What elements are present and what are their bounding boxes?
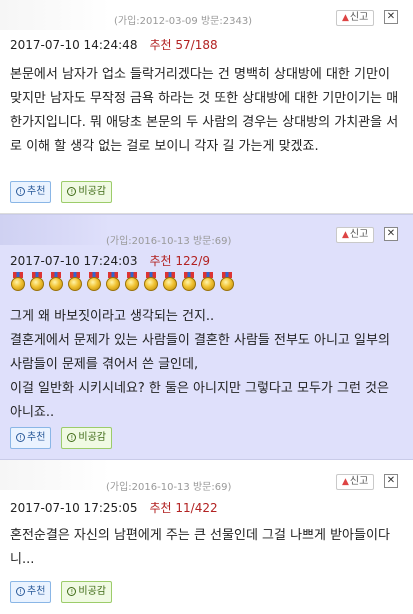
recommend-value: 57/188 <box>175 38 218 52</box>
recommend-button[interactable]: ! 추천 <box>10 181 52 203</box>
thumbs-up-icon: ! <box>16 187 25 196</box>
disagree-button[interactable]: ! 비공감 <box>61 581 113 603</box>
comment-text: 혼전순결은 자신의 남편에게 주는 큰 선물인데 그걸 나쁘게 받아들이다니..… <box>10 528 390 567</box>
member-join-info: (가입:2016-10-13 방문:69) <box>106 482 232 493</box>
medal-icon <box>105 272 121 292</box>
medal-icon <box>200 272 216 292</box>
comment-meta: 2017-07-10 17:25:05 추천 11/422 <box>10 499 218 516</box>
disagree-button-label: 비공감 <box>78 432 107 443</box>
recommend-button[interactable]: ! 추천 <box>10 427 52 449</box>
recommend-button-label: 추천 <box>27 586 46 597</box>
report-button[interactable]: ▲신고 <box>336 10 375 26</box>
comment-meta: 2017-07-10 14:24:48 추천 57/188 <box>10 36 218 53</box>
comment-text: 본문에서 남자가 업소 들락거리겠다는 건 명백히 상대방에 대한 기만이 맞지… <box>10 67 399 154</box>
siren-icon: ▲ <box>342 477 349 487</box>
medal-icon <box>162 272 178 292</box>
close-icon: ✕ <box>386 228 396 239</box>
medal-icon <box>181 272 197 292</box>
close-button[interactable]: ✕ <box>384 227 398 241</box>
member-join-info: (가입:2012-03-09 방문:2343) <box>114 16 253 27</box>
medal-icon <box>219 272 235 292</box>
thumbs-up-icon: ! <box>16 433 25 442</box>
comment-datetime: 2017-07-10 14:24:48 <box>10 38 138 52</box>
medal-icon <box>67 272 83 292</box>
close-button[interactable]: ✕ <box>384 10 398 24</box>
recommend-prefix: 추천 <box>149 254 172 268</box>
comment-datetime: 2017-07-10 17:25:05 <box>10 501 138 515</box>
recommend-button[interactable]: ! 추천 <box>10 581 52 603</box>
medal-icon <box>10 272 26 292</box>
close-icon: ✕ <box>386 11 396 22</box>
thumbs-down-icon: ! <box>67 187 77 196</box>
medal-icon <box>86 272 102 292</box>
disagree-button[interactable]: ! 비공감 <box>61 181 113 203</box>
siren-icon: ▲ <box>342 230 349 240</box>
comment-item: (가입:2012-03-09 방문:2343) ▲신고 ✕ 2017-07-10… <box>0 0 413 214</box>
avatar <box>0 460 110 490</box>
comment-meta: 2017-07-10 17:24:03 추천 122/9 <box>10 252 210 269</box>
thumbs-down-icon: ! <box>67 587 77 596</box>
close-button[interactable]: ✕ <box>384 474 398 488</box>
medal-row <box>10 272 235 292</box>
medal-icon <box>48 272 64 292</box>
recommend-count: 추천 122/9 <box>149 254 210 268</box>
medal-icon <box>29 272 45 292</box>
comment-actions: ! 추천 ! 비공감 <box>10 427 113 449</box>
recommend-prefix: 추천 <box>149 38 172 52</box>
comment-datetime: 2017-07-10 17:24:03 <box>10 254 138 268</box>
disagree-button[interactable]: ! 비공감 <box>61 427 113 449</box>
medal-icon <box>143 272 159 292</box>
thumbs-up-icon: ! <box>16 587 25 596</box>
avatar <box>0 0 110 30</box>
medal-icon <box>124 272 140 292</box>
comment-actions: ! 추천 ! 비공감 <box>10 181 113 203</box>
siren-icon: ▲ <box>342 13 349 23</box>
report-label: 신고 <box>349 12 369 23</box>
recommend-value: 122/9 <box>175 254 210 268</box>
member-join-info: (가입:2016-10-13 방문:69) <box>106 236 232 247</box>
recommend-value: 11/422 <box>175 501 218 515</box>
comment-text: 그게 왜 바보짓이라고 생각되는 건지.. 결혼게에서 문제가 있는 사람들이 … <box>10 309 390 420</box>
recommend-button-label: 추천 <box>27 432 46 443</box>
report-button[interactable]: ▲신고 <box>336 474 375 490</box>
recommend-button-label: 추천 <box>27 186 46 197</box>
comment-actions: ! 추천 ! 비공감 <box>10 581 113 603</box>
disagree-button-label: 비공감 <box>78 586 107 597</box>
report-label: 신고 <box>349 229 369 240</box>
report-label: 신고 <box>349 476 369 487</box>
close-icon: ✕ <box>386 475 396 486</box>
report-button[interactable]: ▲신고 <box>336 227 375 243</box>
recommend-count: 추천 11/422 <box>149 501 217 515</box>
thumbs-down-icon: ! <box>67 433 77 442</box>
avatar <box>0 215 110 245</box>
recommend-prefix: 추천 <box>149 501 172 515</box>
recommend-count: 추천 57/188 <box>149 38 217 52</box>
disagree-button-label: 비공감 <box>78 186 107 197</box>
